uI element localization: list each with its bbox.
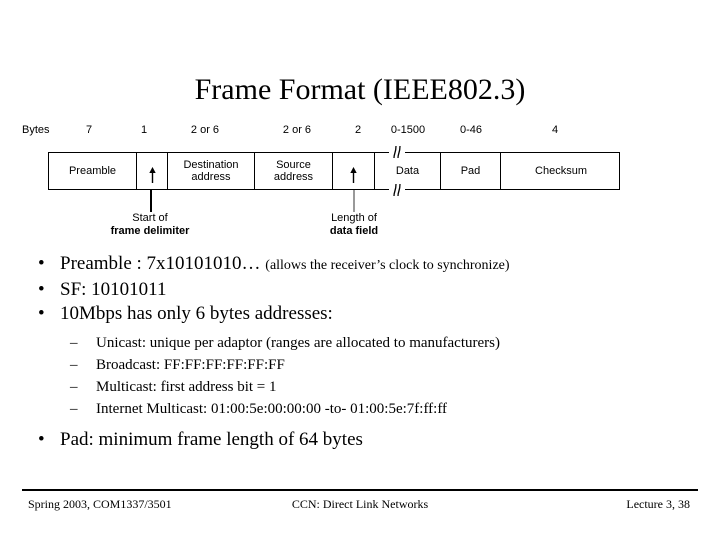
- bullet-marker: •: [38, 279, 45, 300]
- size-label-preamble: 7: [85, 124, 93, 136]
- frame-field-destination-line1: Destination: [183, 158, 239, 171]
- frame-field-start-frame-delimiter: [137, 153, 168, 189]
- frame-field-source-line1: Source: [276, 158, 311, 171]
- frame-field-preamble-label: Preamble: [68, 164, 117, 177]
- size-label-destination: 2 or 6: [190, 124, 220, 136]
- up-arrow-icon: [350, 167, 357, 183]
- frame-fields-row: Preamble Destination address Source addr…: [48, 152, 620, 190]
- frame-field-data-label: Data: [395, 164, 420, 177]
- sub-bullet-item-multicast-text: Multicast: first address bit = 1: [96, 379, 277, 395]
- break-mark-icon-bottom: [389, 184, 405, 196]
- sub-bullet-marker: –: [70, 401, 78, 417]
- callout-length-line2: data field: [329, 225, 379, 237]
- frame-field-preamble: Preamble: [49, 153, 137, 189]
- frame-format-diagram: Bytes 7 1 2 or 6 2 or 6 2 0-1500 0-46 4 …: [0, 115, 720, 245]
- bullet-item-preamble: • Preamble : 7x10101010… (allows the rece…: [0, 252, 720, 278]
- break-mark-icon-top: [389, 146, 405, 158]
- callout-sfd-line1: Start of: [132, 212, 168, 224]
- sub-bullet-item-internet-multicast-text: Internet Multicast: 01:00:5e:00:00:00 -t…: [96, 401, 448, 417]
- bullet-item-preamble-note: (allows the receiver’s clock to synchron…: [265, 258, 510, 273]
- sub-bullet-marker: –: [70, 379, 78, 395]
- frame-field-checksum: Checksum: [501, 153, 621, 189]
- sub-bullet-marker: –: [70, 335, 78, 351]
- callout-start-of-frame-delimiter: Start of frame delimiter: [85, 212, 215, 238]
- bullet-item-pad: • Pad: minimum frame length of 64 bytes: [0, 428, 720, 452]
- sub-bullet-item-internet-multicast: – Internet Multicast: 01:00:5e:00:00:00 -…: [0, 398, 720, 420]
- diagram-bytes-label: Bytes: [22, 124, 50, 136]
- frame-field-pad: Pad: [441, 153, 501, 189]
- bullet-marker: •: [38, 253, 45, 274]
- frame-field-source-address: Source address: [255, 153, 333, 189]
- bullet-item-10mbps: • 10Mbps has only 6 bytes addresses:: [0, 302, 720, 326]
- size-label-source: 2 or 6: [282, 124, 312, 136]
- callout-length-line1: Length of: [331, 212, 377, 224]
- footer-subject: CCN: Direct Link Networks: [291, 497, 429, 511]
- frame-field-data: Data: [375, 153, 441, 189]
- size-label-length: 2: [354, 124, 362, 136]
- bullet-item-pad-text: Pad: minimum frame length of 64 bytes: [60, 429, 363, 450]
- callout-length-of-data-field: Length of data field: [298, 212, 410, 238]
- footer-lecture: Lecture 3, 38: [626, 497, 690, 511]
- frame-field-destination-line2: address: [191, 171, 231, 183]
- frame-field-checksum-label: Checksum: [535, 164, 587, 177]
- callout-leader-line-length: [353, 190, 355, 212]
- frame-field-source-line2: address: [273, 171, 314, 183]
- callout-leader-line-sfd: [150, 190, 152, 212]
- bullet-item-10mbps-text: 10Mbps has only 6 bytes addresses:: [60, 303, 333, 324]
- bullet-item-preamble-text: Preamble : 7x10101010…: [60, 253, 266, 274]
- frame-field-pad-label: Pad: [460, 164, 481, 177]
- size-label-pad: 0-46: [459, 124, 483, 136]
- sub-bullet-item-multicast: – Multicast: first address bit = 1: [0, 376, 720, 398]
- footer-divider: [22, 489, 698, 491]
- bullet-marker: •: [38, 429, 45, 450]
- size-label-data: 0-1500: [390, 124, 426, 136]
- bullet-item-sf: • SF: 10101011: [0, 278, 720, 302]
- page-title: Frame Format (IEEE802.3): [194, 73, 526, 106]
- sub-bullet-marker: –: [70, 357, 78, 373]
- bullet-list: • Preamble : 7x10101010… (allows the rece…: [0, 252, 720, 452]
- size-label-sfd: 1: [140, 124, 148, 136]
- sub-bullet-item-broadcast-text: Broadcast: FF:FF:FF:FF:FF:FF: [96, 357, 285, 373]
- callout-sfd-line2: frame delimiter: [110, 225, 190, 237]
- bullet-item-sf-text: SF: 10101011: [60, 279, 167, 300]
- bullet-marker: •: [38, 303, 45, 324]
- sub-bullet-item-unicast-text: Unicast: unique per adaptor (ranges are …: [96, 335, 500, 351]
- sub-bullet-item-broadcast: – Broadcast: FF:FF:FF:FF:FF:FF: [0, 354, 720, 376]
- size-label-checksum: 4: [551, 124, 559, 136]
- frame-field-length-of-data-field: [333, 153, 375, 189]
- sub-bullet-item-unicast: – Unicast: unique per adaptor (ranges are…: [0, 332, 720, 354]
- footer: Spring 2003, COM1337/3501 CCN: Direct Li…: [22, 496, 698, 514]
- up-arrow-icon: [149, 167, 156, 183]
- frame-field-destination-address: Destination address: [168, 153, 255, 189]
